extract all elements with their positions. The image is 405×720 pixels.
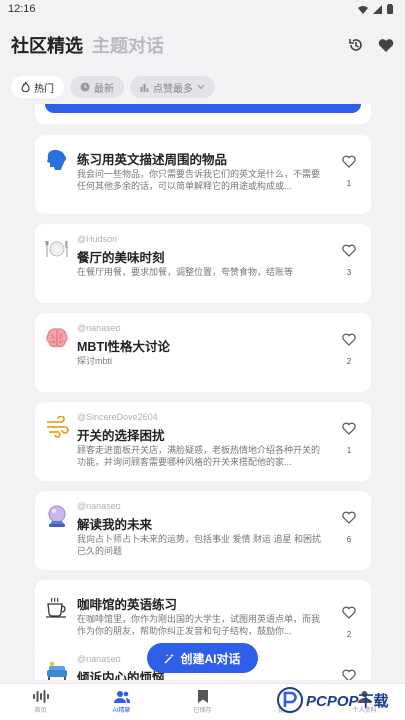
filter-latest-label: 最新 <box>94 83 114 95</box>
like-area[interactable]: 1 <box>341 155 357 188</box>
create-ai-chat-button[interactable]: 创建AI对话 <box>147 643 258 673</box>
card-description: 我会问一些物品，你只需要告诉我它们的英文是什么，不需要任何其他多余的话，可以简单… <box>77 169 321 191</box>
card-title: 咖啡馆的英语练习 <box>77 598 178 612</box>
filter-most-liked[interactable]: 点赞最多 <box>130 76 215 98</box>
create-ai-chat-label: 创建AI对话 <box>180 651 241 666</box>
filter-bar: 热门 最新 点赞最多 <box>11 76 215 98</box>
heart-outline-icon[interactable] <box>342 244 356 257</box>
conversation-card[interactable]: @nanaseo MBTI性格大讨论 探讨mbti 2 <box>35 313 371 392</box>
heart-outline-icon[interactable] <box>342 422 356 435</box>
plate-cutlery-icon <box>44 236 70 262</box>
heart-icon[interactable] <box>378 38 394 53</box>
like-count: 2 <box>346 630 352 639</box>
nav-saved[interactable]: 已保存 <box>173 690 233 714</box>
card-title: 餐厅的美味时刻 <box>77 251 165 265</box>
speaking-head-icon <box>44 147 70 173</box>
card-description: 顾客走进面板开关店，满脸疑惑，老板热情地介绍各种开关的功能，并询问顾客需要哪种风… <box>77 445 321 467</box>
bar-chart-icon <box>140 83 149 92</box>
like-count: 1 <box>346 446 352 455</box>
wifi-icon <box>358 5 368 14</box>
status-bar: 12:16 <box>0 0 405 18</box>
partial-card-button[interactable] <box>45 104 361 113</box>
signal-icon <box>373 4 382 14</box>
wind-swirl-icon <box>44 414 70 440</box>
like-count: 3 <box>346 268 352 277</box>
watermark-text: PCPOP下载 <box>306 690 389 711</box>
conversation-card[interactable]: 练习用英文描述周围的物品 我会问一些物品，你只需要告诉我它们的英文是什么，不需要… <box>35 135 371 214</box>
card-title: MBTI性格大讨论 <box>77 340 171 354</box>
history-icon[interactable] <box>348 37 364 53</box>
crystal-ball-icon <box>44 503 70 529</box>
sofa-icon <box>44 658 70 680</box>
filter-latest[interactable]: 最新 <box>70 76 124 98</box>
conversation-card[interactable]: @SincereDove2604 开关的选择困扰 顾客走进面板开关店，满脸疑惑，… <box>35 402 371 481</box>
chevron-down-icon <box>197 84 205 90</box>
tab-community[interactable]: 社区精选 <box>11 32 83 58</box>
heart-outline-icon[interactable] <box>342 511 356 524</box>
card-title: 开关的选择困扰 <box>77 429 165 443</box>
card-title: 解读我的未来 <box>77 518 153 532</box>
nav-ai-chat[interactable]: AI精聊 <box>92 690 152 714</box>
conversation-card[interactable]: @nanaseo 解读我的未来 我向占卜师占卜未来的运势，包括事业 爱情 财运 … <box>35 491 371 570</box>
card-author[interactable]: @nanaseo <box>77 654 121 664</box>
conversation-card[interactable]: @Hudson 餐厅的美味时刻 在餐厅用餐，要求加餐，调整位置，夸赞食物，结账等… <box>35 224 371 303</box>
bookmark-icon <box>197 690 208 703</box>
heart-outline-icon[interactable] <box>342 333 356 346</box>
watermark-brand: PCPOP <box>306 692 359 710</box>
like-area[interactable]: 3 <box>341 244 357 277</box>
like-count: 2 <box>346 357 352 366</box>
watermark: PCPOP下载 <box>277 683 403 717</box>
nav-home[interactable]: 首页 <box>11 690 71 714</box>
filter-hot[interactable]: 热门 <box>11 76 64 98</box>
like-area[interactable] <box>341 669 357 680</box>
battery-icon <box>387 4 393 14</box>
magic-wand-icon <box>164 653 175 664</box>
card-description: 在餐厅用餐，要求加餐，调整位置，夸赞食物，结账等 <box>77 267 294 277</box>
people-icon <box>113 691 130 703</box>
heart-outline-icon[interactable] <box>342 155 356 168</box>
nav-home-label: 首页 <box>34 708 47 714</box>
like-count: 6 <box>346 535 352 544</box>
coffee-cup-icon <box>44 594 70 620</box>
filter-most-liked-label: 点赞最多 <box>153 83 193 95</box>
filter-hot-label: 热门 <box>34 83 54 95</box>
card-description: 我向占卜师占卜未来的运势，包括事业 爱情 财运 追星 和困扰已久的问题 <box>77 534 322 556</box>
waveform-icon <box>32 690 49 703</box>
header-actions <box>348 37 394 53</box>
nav-saved-label: 已保存 <box>193 708 212 714</box>
card-description: 探讨mbti <box>77 356 113 366</box>
like-area[interactable]: 2 <box>341 606 357 639</box>
conversation-feed[interactable]: 练习用英文描述周围的物品 我会问一些物品，你只需要告诉我它们的英文是什么，不需要… <box>0 104 405 680</box>
nav-ai-chat-label: AI精聊 <box>112 708 131 714</box>
card-title: 练习用英文描述周围的物品 <box>77 153 228 167</box>
heart-outline-icon[interactable] <box>342 606 356 619</box>
like-area[interactable]: 2 <box>341 333 357 366</box>
like-area[interactable]: 6 <box>341 511 357 544</box>
card-author[interactable]: @SincereDove2604 <box>77 412 158 422</box>
brain-icon <box>44 325 70 351</box>
pcpop-logo-icon <box>277 687 303 713</box>
status-time: 12:16 <box>8 3 36 15</box>
card-description: 在咖啡馆里，你作为刚出国的大学生，试图用英语点单，而我作为你的朋友，帮助你纠正发… <box>77 614 321 636</box>
watermark-suffix: 下载 <box>358 692 389 710</box>
like-area[interactable]: 1 <box>341 422 357 455</box>
card-author[interactable]: @nanaseo <box>77 501 121 511</box>
card-author[interactable]: @nanaseo <box>77 323 121 333</box>
heart-outline-icon[interactable] <box>342 669 356 680</box>
status-icons <box>358 4 393 14</box>
card-author[interactable]: @Hudson <box>77 234 117 244</box>
clock-icon <box>80 82 90 92</box>
like-count: 1 <box>346 179 352 188</box>
fire-icon <box>21 82 30 92</box>
header: 社区精选 主题对话 <box>0 26 405 64</box>
tab-topic[interactable]: 主题对话 <box>92 32 164 58</box>
